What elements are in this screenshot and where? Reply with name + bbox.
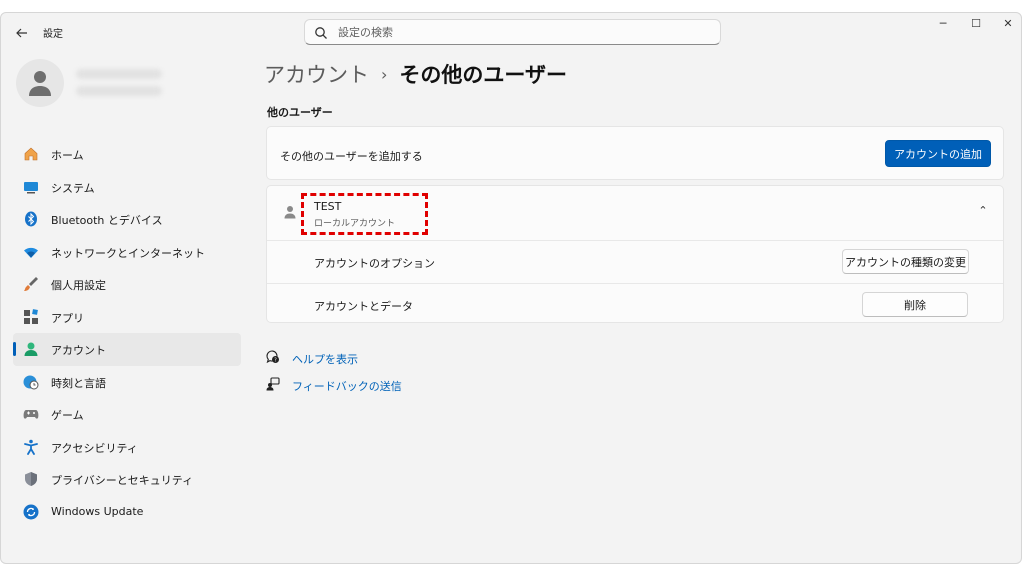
shield-icon	[25, 472, 37, 486]
user-expander-header[interactable]: TEST ローカルアカウント ⌃	[267, 186, 1003, 240]
sidebar-item-label: ネットワークとインターネット	[51, 246, 205, 260]
sidebar-item-windows-update[interactable]: Windows Update	[13, 496, 241, 529]
sidebar-item-label: Bluetooth とデバイス	[51, 214, 163, 227]
avatar[interactable]	[16, 59, 64, 107]
user-card: TEST ローカルアカウント ⌃ アカウントのオプション アカウントの種類の変更…	[266, 185, 1004, 323]
sidebar-item-label: Windows Update	[51, 504, 144, 518]
sidebar-item-accounts[interactable]: アカウント	[13, 333, 241, 366]
feedback-icon	[266, 377, 280, 391]
sidebar-item-network[interactable]: ネットワークとインターネット	[13, 236, 241, 269]
section-title: 他のユーザー	[267, 106, 333, 119]
sidebar-item-gaming[interactable]: ゲーム	[13, 398, 241, 431]
sidebar-item-system[interactable]: システム	[13, 171, 241, 204]
sidebar-item-accessibility[interactable]: アクセシビリティ	[13, 431, 241, 464]
bluetooth-icon	[25, 211, 37, 227]
apps-icon	[24, 308, 38, 324]
gamepad-icon	[23, 410, 39, 419]
search-box[interactable]	[304, 19, 721, 45]
feedback-link[interactable]: フィードバックの送信	[266, 376, 402, 394]
system-icon	[24, 181, 38, 193]
add-account-button[interactable]: アカウントの追加	[885, 140, 991, 167]
add-user-card: その他のユーザーを追加する アカウントの追加	[266, 126, 1004, 180]
sidebar-item-bluetooth[interactable]: Bluetooth とデバイス	[13, 203, 241, 236]
sidebar-item-apps[interactable]: アプリ	[13, 301, 241, 334]
sidebar-item-label: システム	[51, 181, 95, 195]
add-user-label: その他のユーザーを追加する	[280, 150, 423, 163]
maximize-button[interactable]: ☐	[959, 13, 993, 35]
person-icon	[284, 206, 296, 219]
settings-window: 設定 ─ ☐ ✕ ホーム システム Bluetooth とデバイス ネットワーク…	[0, 12, 1022, 564]
sidebar-nav: ホーム システム Bluetooth とデバイス ネットワークとインターネット …	[13, 138, 241, 528]
sidebar-item-personalization[interactable]: 個人用設定	[13, 268, 241, 301]
profile-email-blurred	[76, 86, 162, 96]
selection-indicator	[13, 342, 16, 356]
chevron-up-icon[interactable]: ⌃	[975, 204, 991, 220]
brush-icon	[24, 277, 38, 291]
page-title: その他のユーザー	[399, 63, 567, 87]
account-options-label: アカウントのオプション	[314, 257, 435, 270]
help-link[interactable]: ? ヘルプを表示	[266, 349, 366, 367]
app-title: 設定	[43, 29, 63, 40]
sidebar-item-label: ゲーム	[51, 409, 84, 422]
account-options-row: アカウントのオプション アカウントの種類の変更	[267, 241, 1003, 283]
breadcrumb-separator: ›	[381, 65, 388, 84]
account-data-label: アカウントとデータ	[314, 300, 413, 313]
help-icon: ?	[266, 350, 279, 363]
sidebar-item-privacy[interactable]: プライバシーとセキュリティ	[13, 463, 241, 496]
remove-button[interactable]: 削除	[862, 292, 968, 317]
wifi-icon	[24, 247, 38, 258]
sidebar-item-label: アカウント	[51, 344, 106, 357]
back-arrow-icon	[16, 28, 27, 38]
sidebar-item-label: 時刻と言語	[51, 376, 106, 390]
sidebar-item-label: プライバシーとセキュリティ	[51, 474, 194, 487]
sidebar-item-label: ホーム	[51, 149, 84, 162]
account-icon	[24, 342, 38, 356]
sidebar-item-home[interactable]: ホーム	[13, 138, 241, 171]
back-button[interactable]	[11, 23, 33, 43]
update-icon	[23, 504, 39, 519]
breadcrumb-parent[interactable]: アカウント	[264, 63, 369, 87]
title-bar: 設定 ─ ☐ ✕	[1, 13, 1021, 53]
close-button[interactable]: ✕	[991, 13, 1021, 35]
svg-text:?: ?	[274, 357, 277, 363]
search-input[interactable]	[338, 23, 708, 41]
change-account-type-button[interactable]: アカウントの種類の変更	[842, 249, 969, 274]
profile-name-blurred	[76, 69, 162, 79]
sidebar-item-label: 個人用設定	[51, 279, 106, 292]
home-icon	[24, 147, 38, 161]
sidebar-item-label: アクセシビリティ	[51, 441, 138, 455]
sidebar-item-label: アプリ	[51, 311, 84, 325]
help-link-text[interactable]: ヘルプを表示	[292, 351, 358, 367]
breadcrumb: アカウント › その他のユーザー	[264, 59, 567, 89]
feedback-link-text[interactable]: フィードバックの送信	[292, 378, 402, 394]
accessibility-icon	[24, 439, 38, 455]
person-icon	[29, 71, 51, 96]
highlight-box	[301, 193, 428, 235]
search-icon	[315, 27, 327, 39]
account-data-row: アカウントとデータ 削除	[267, 284, 1003, 326]
minimize-button[interactable]: ─	[926, 13, 960, 35]
sidebar-item-time-language[interactable]: 時刻と言語	[13, 366, 241, 399]
globe-clock-icon	[23, 375, 39, 389]
